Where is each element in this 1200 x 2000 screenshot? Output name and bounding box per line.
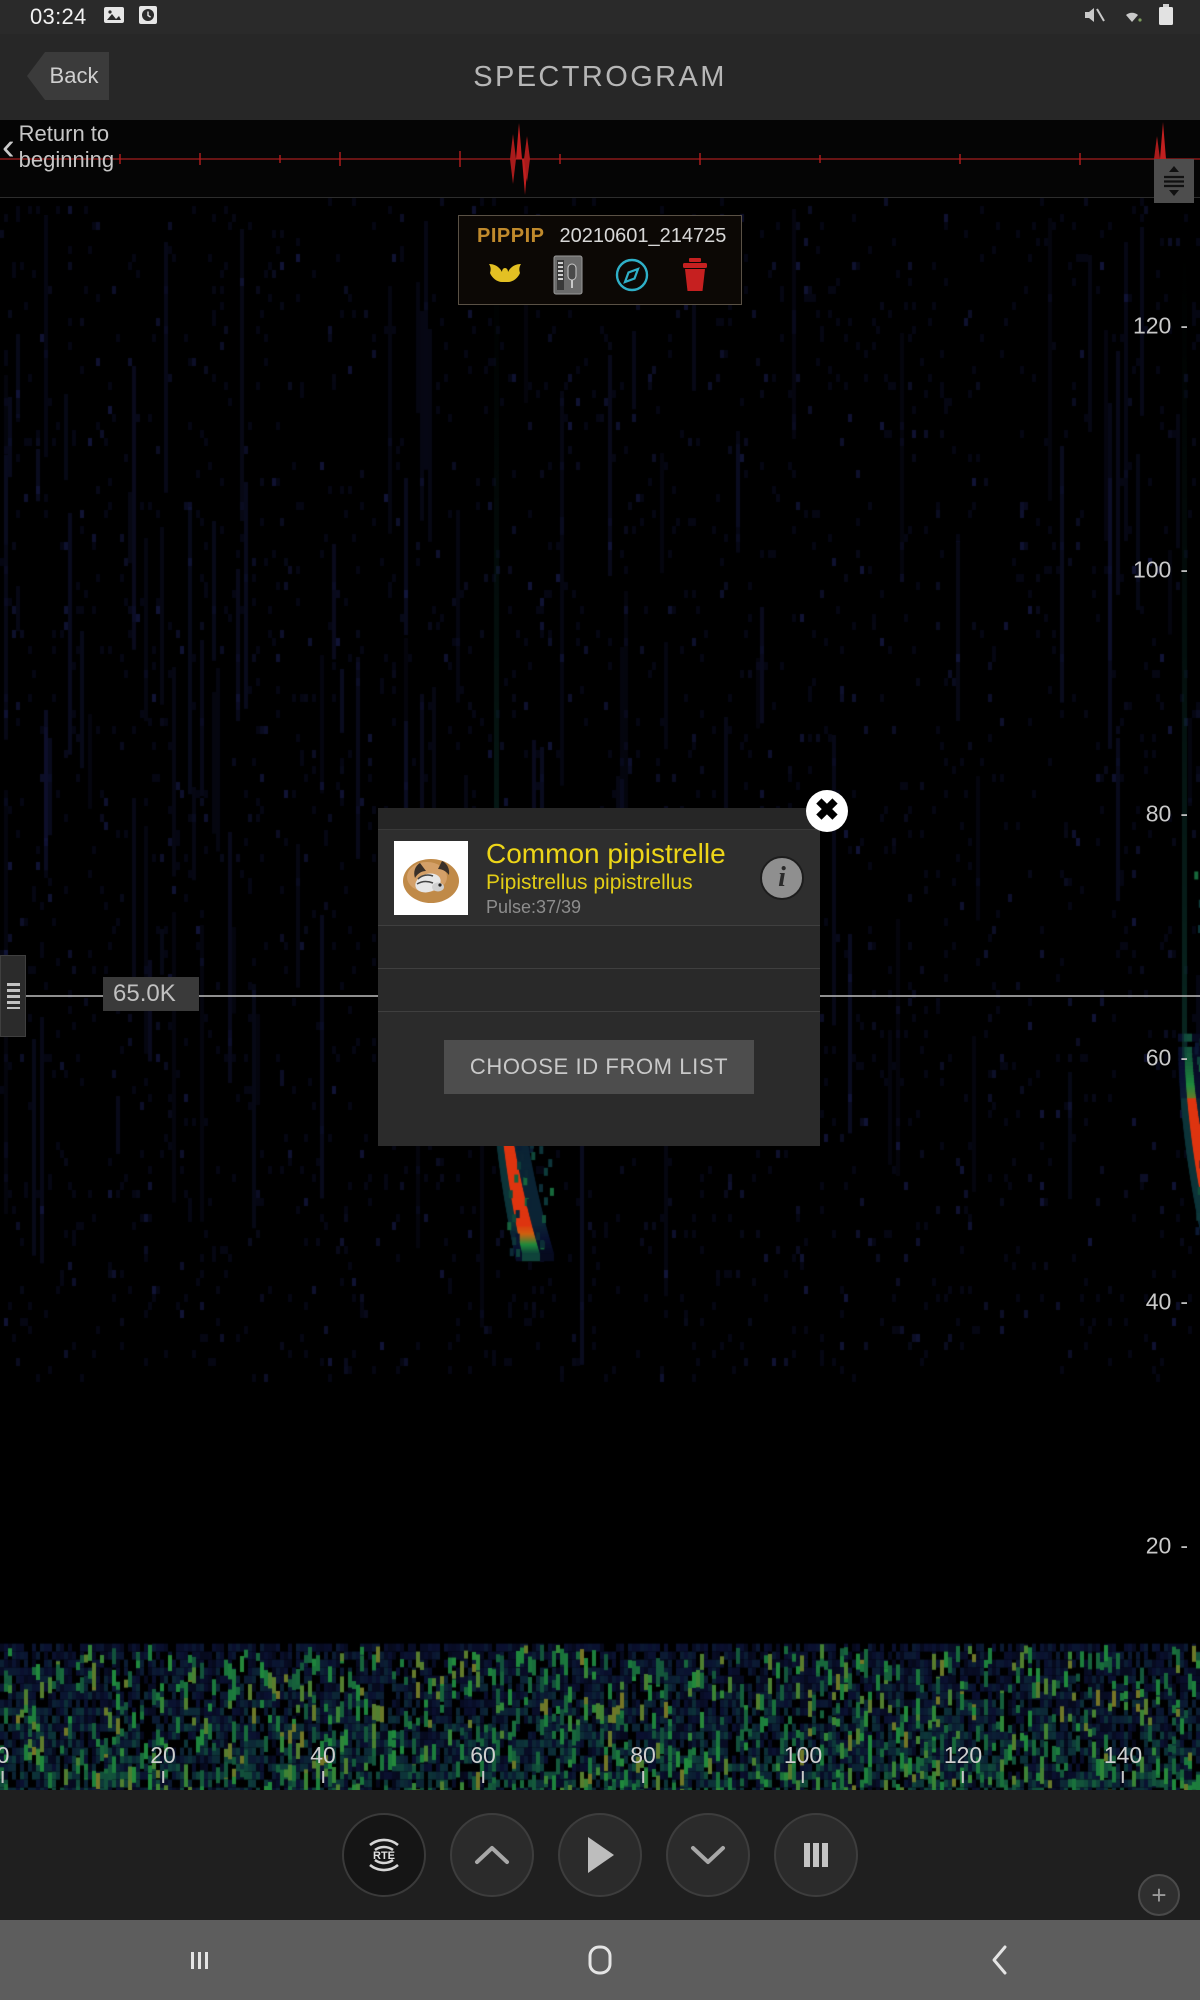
dialog-empty-row[interactable] <box>378 926 820 969</box>
species-info-button[interactable]: i <box>760 855 804 900</box>
status-bar: 03:24 <box>0 0 1200 34</box>
species-thumbnail <box>394 840 468 915</box>
status-time: 03:24 <box>30 4 87 29</box>
back-icon[interactable] <box>800 1943 1200 1977</box>
image-icon <box>103 4 125 31</box>
home-icon[interactable] <box>400 1943 800 1977</box>
return-to-beginning-button[interactable]: ‹ Return to beginning <box>0 116 220 178</box>
species-text-block: Common pipistrelle Pipistrellus pipistre… <box>486 838 760 918</box>
species-latin-name: Pipistrellus pipistrellus <box>486 870 693 894</box>
return-to-beginning-label: Return to beginning <box>19 121 114 173</box>
species-common-name: Common pipistrelle <box>486 837 726 869</box>
recents-icon[interactable] <box>0 1945 400 1975</box>
species-id-panel[interactable]: PIPPIP 20210601_214725 <box>458 215 742 305</box>
compass-icon[interactable] <box>609 254 655 296</box>
species-entry-row[interactable]: Common pipistrelle Pipistrellus pipistre… <box>378 830 820 926</box>
return-line-1: Return to <box>18 121 110 146</box>
status-left-icons <box>103 4 159 31</box>
dialog-empty-row[interactable] <box>378 969 820 1012</box>
title-bar: SPECTROGRAM Back <box>0 34 1200 120</box>
mute-icon <box>1082 4 1106 31</box>
pulse-counter: Pulse:37/39 <box>486 896 582 917</box>
recorder-icon[interactable] <box>545 254 591 296</box>
rte-button[interactable]: RTE <box>342 1813 426 1897</box>
return-line-2: beginning <box>18 147 115 172</box>
scroll-up-button[interactable] <box>450 1813 534 1897</box>
svg-text:RTE: RTE <box>373 1850 395 1862</box>
trash-icon[interactable] <box>672 254 718 296</box>
battery-icon <box>1158 3 1174 31</box>
spectrogram-screen: 03:24 SPECTROGRAM Back ‹ Return to begin… <box>0 0 1200 2000</box>
playback-control-bar: RTE + <box>0 1790 1200 1920</box>
id-panel-actions <box>459 248 741 296</box>
status-right-icons <box>1082 3 1174 31</box>
species-code: PIPPIP <box>477 225 545 247</box>
scroll-down-button[interactable] <box>666 1813 750 1897</box>
chevron-left-icon: ‹ <box>2 126 15 168</box>
id-panel-header: PIPPIP 20210601_214725 <box>459 216 741 248</box>
frequency-cursor-label: 65.0K <box>103 977 199 1011</box>
frequency-cursor-handle[interactable] <box>0 955 26 1037</box>
menu-button[interactable] <box>774 1813 858 1897</box>
recording-filename: 20210601_214725 <box>559 225 727 247</box>
wifi-icon <box>1120 5 1144 30</box>
vertical-expand-icon[interactable] <box>1154 159 1194 203</box>
close-icon[interactable]: ✖ <box>806 790 848 832</box>
dialog-top-strip <box>378 808 820 830</box>
dialog-footer: CHOOSE ID FROM LIST <box>378 1012 820 1122</box>
choose-id-from-list-button[interactable]: CHOOSE ID FROM LIST <box>443 1040 755 1094</box>
add-button[interactable]: + <box>1138 1874 1180 1916</box>
page-title: SPECTROGRAM <box>473 60 727 93</box>
clock-icon <box>137 4 159 31</box>
android-navigation-bar <box>0 1920 1200 2000</box>
species-selection-dialog: Common pipistrelle Pipistrellus pipistre… <box>378 808 820 1146</box>
play-button[interactable] <box>558 1813 642 1897</box>
bat-icon[interactable] <box>482 254 528 296</box>
